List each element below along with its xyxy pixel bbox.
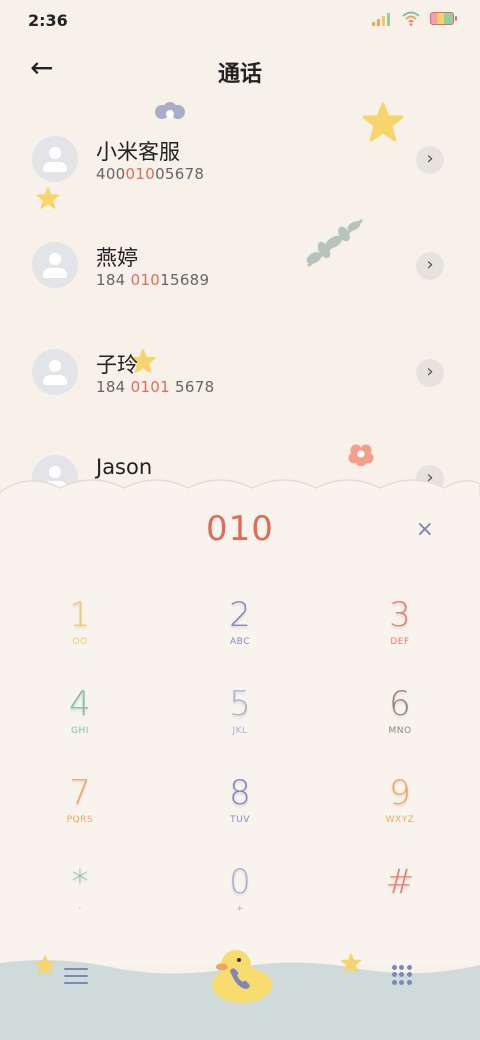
flower-decoration-icon — [155, 102, 185, 119]
contact-name: 子玲 — [96, 353, 138, 377]
contact-number: 40001005678 — [96, 165, 205, 183]
key-digit: 9 — [389, 773, 411, 813]
chevron-right-icon[interactable]: › — [416, 359, 444, 387]
key-digit: 6 — [389, 684, 411, 724]
contact-number: 184 01015689 — [96, 271, 210, 289]
status-time: 2:36 — [28, 11, 68, 30]
key-letters: MNO — [388, 726, 412, 736]
dial-key-4[interactable]: 4 GHI — [20, 684, 140, 754]
key-letters: WXYZ — [385, 815, 415, 825]
key-digit: 7 — [69, 773, 91, 813]
status-bar: 2:36 — [0, 0, 480, 40]
dialpad-panel: 010 × 1 OO 2 ABC 3 DEF 4 GHI 5 JKL 6 MNO… — [0, 495, 480, 965]
dial-key-star[interactable]: * · — [20, 862, 140, 932]
contact-row[interactable]: 子玲 184 0101 5678 › — [0, 349, 480, 429]
star-decoration-icon — [34, 955, 56, 975]
contact-number: 184 0101 5678 — [96, 378, 215, 396]
key-digit: 0 — [229, 862, 251, 902]
page-title: 通话 — [217, 62, 262, 87]
key-digit: 3 — [389, 595, 411, 635]
dial-key-2[interactable]: 2 ABC — [180, 595, 300, 665]
key-letters: JKL — [232, 726, 248, 736]
key-letters: TUV — [230, 815, 250, 825]
dial-key-1[interactable]: 1 OO — [20, 595, 140, 665]
menu-icon[interactable] — [64, 963, 88, 989]
avatar — [32, 136, 78, 182]
dial-key-8[interactable]: 8 TUV — [180, 773, 300, 843]
key-digit: 5 — [229, 684, 251, 724]
key-letters: ABC — [230, 637, 250, 647]
key-letters: OO — [72, 637, 88, 647]
dial-input[interactable]: 010 — [0, 509, 480, 549]
dial-key-7[interactable]: 7 PQRS — [20, 773, 140, 843]
dial-key-0[interactable]: 0 + — [180, 862, 300, 932]
key-letters: GHI — [71, 726, 89, 736]
chevron-right-icon[interactable]: › — [416, 146, 444, 174]
key-digit: 4 — [69, 684, 91, 724]
dialpad-icon[interactable] — [392, 965, 412, 985]
key-letters: DEF — [390, 637, 410, 647]
key-digit: 2 — [229, 595, 251, 635]
key-digit: * — [71, 862, 89, 902]
star-decoration-icon — [340, 953, 362, 973]
dial-key-3[interactable]: 3 DEF — [340, 595, 460, 665]
clear-icon[interactable]: × — [416, 517, 434, 542]
key-letters: · — [78, 904, 82, 914]
wifi-icon — [402, 11, 420, 26]
key-digit: 1 — [69, 595, 91, 635]
contact-name: 燕婷 — [96, 246, 138, 270]
key-digit: # — [385, 862, 415, 902]
contact-row[interactable]: 燕婷 184 01015689 › — [0, 242, 480, 322]
dial-key-9[interactable]: 9 WXYZ — [340, 773, 460, 843]
contact-name: 小米客服 — [96, 140, 180, 164]
chevron-right-icon[interactable]: › — [416, 252, 444, 280]
contact-row[interactable]: 小米客服 40001005678 › — [0, 136, 480, 216]
dial-key-5[interactable]: 5 JKL — [180, 684, 300, 754]
key-letters: PQRS — [66, 815, 94, 825]
battery-icon — [430, 12, 457, 25]
bottom-bar — [0, 950, 480, 1040]
key-letters: + — [235, 904, 245, 914]
header: ← 通话 — [0, 44, 480, 94]
dial-key-6[interactable]: 6 MNO — [340, 684, 460, 754]
signal-icon — [372, 13, 390, 26]
duck-call-icon[interactable] — [206, 945, 276, 1005]
avatar — [32, 349, 78, 395]
key-digit: 8 — [229, 773, 251, 813]
avatar — [32, 242, 78, 288]
dial-key-hash[interactable]: # — [340, 862, 460, 932]
